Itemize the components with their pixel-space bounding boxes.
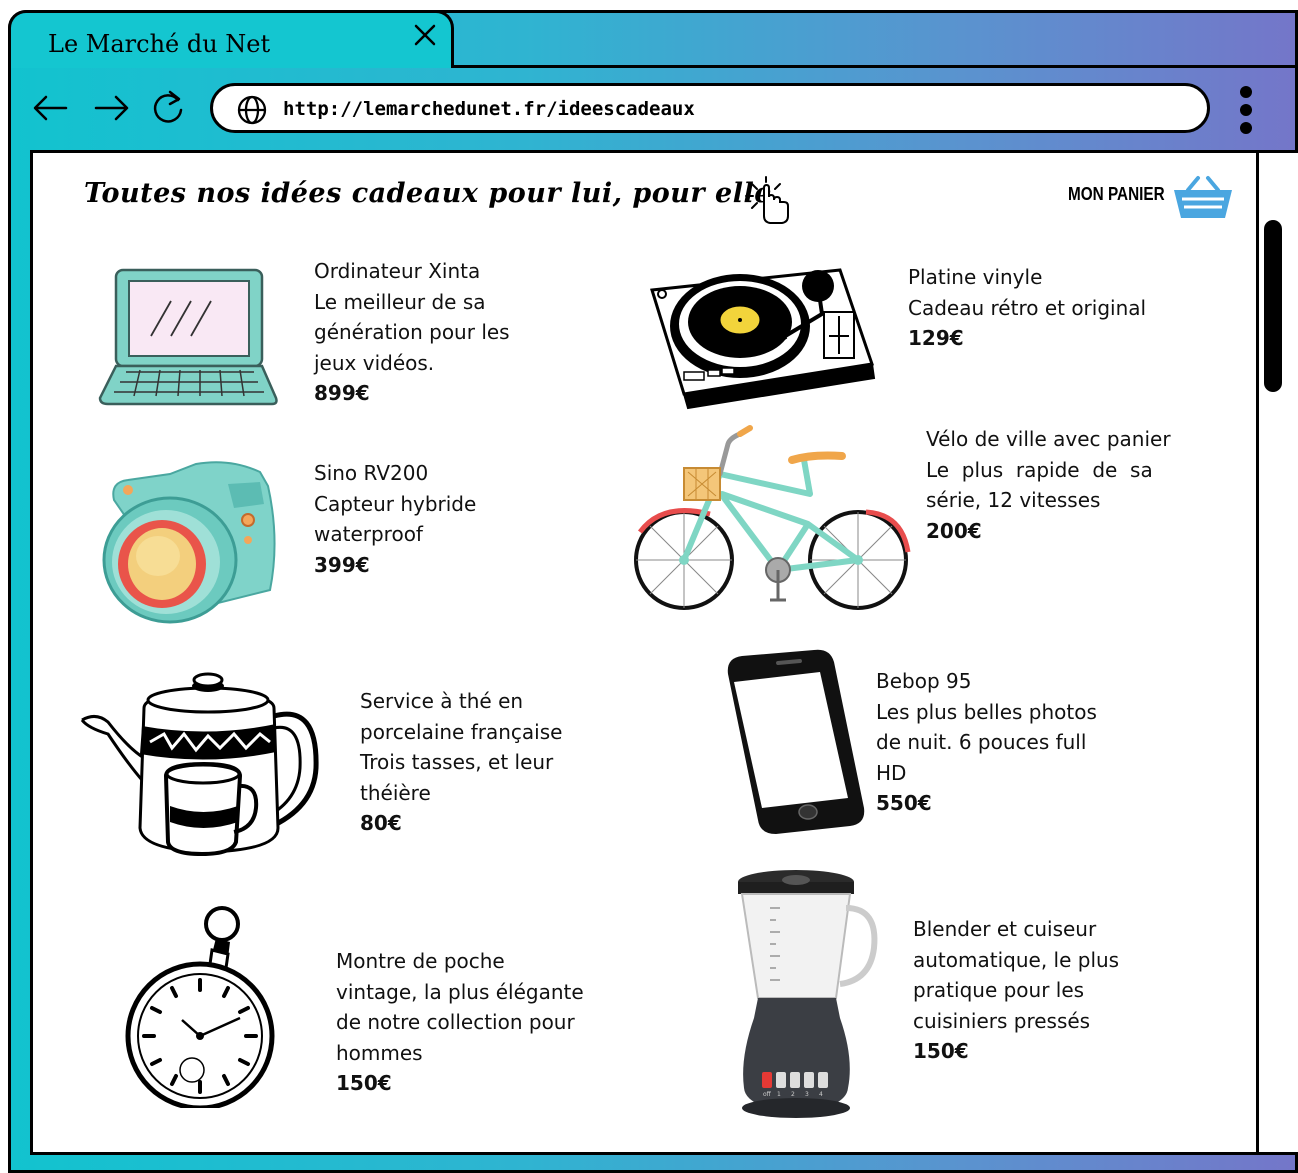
product-card[interactable]: Vélo de ville avec panier Le plus rapide… (926, 424, 1171, 546)
product-desc: Le meilleur de sa (314, 289, 486, 314)
product-desc: Cadeau rétro et original (908, 295, 1147, 320)
product-desc: jeux vidéos. (314, 350, 435, 375)
scrollbar-thumb[interactable] (1264, 220, 1282, 392)
product-desc: HD (876, 760, 907, 785)
dial-label: 2 (791, 1091, 795, 1098)
product-price: 129€ (908, 326, 964, 350)
product-name: Montre de poche (336, 949, 505, 973)
back-icon[interactable] (30, 88, 70, 128)
product-card[interactable]: Platine vinyle Cadeau rétro et original … (908, 262, 1146, 354)
product-name: Sino RV200 (314, 461, 429, 485)
address-url[interactable]: http://lemarchedunet.fr/ideescadeaux (283, 98, 695, 120)
product-desc: théière (360, 780, 431, 805)
product-price: 80€ (360, 811, 402, 835)
product-card[interactable]: Bebop 95 Les plus belles photos de nuit.… (876, 666, 1097, 819)
product-price: 150€ (913, 1039, 969, 1063)
product-desc: cuisiniers pressés (913, 1008, 1091, 1033)
product-card[interactable]: Sino RV200 Capteur hybride waterproof 39… (314, 458, 476, 580)
dial-label: 4 (819, 1091, 823, 1098)
product-price: 899€ (314, 381, 370, 405)
product-name: Service à thé en (360, 689, 524, 713)
product-desc: de notre collection pour (336, 1010, 575, 1034)
product-desc: vintage, la plus élégante (336, 979, 584, 1004)
product-price: 200€ (926, 518, 982, 543)
cart-link[interactable]: MON PANIER (1068, 184, 1165, 205)
forward-icon[interactable] (92, 88, 132, 128)
product-price: 550€ (876, 791, 932, 815)
camera-icon (102, 461, 276, 624)
product-price: 150€ (336, 1071, 392, 1095)
product-desc: Trois tasses, et leur (360, 750, 554, 774)
product-card[interactable]: Ordinateur Xinta Le meilleur de sa génér… (314, 256, 510, 409)
laptop-icon (98, 268, 278, 406)
product-price: 399€ (314, 552, 370, 577)
product-desc: Le plus rapide de sa (926, 457, 1153, 482)
product-desc: porcelaine française (360, 719, 563, 744)
bicycle-icon (634, 425, 911, 610)
product-card[interactable]: Montre de poche vintage, la plus élégant… (336, 946, 584, 1099)
reload-icon[interactable] (148, 88, 188, 128)
product-desc: génération pour les (314, 320, 510, 344)
product-card[interactable]: Blender et cuiseur automatique, le plus … (913, 914, 1119, 1067)
pointer-click-icon (745, 176, 789, 224)
product-desc: hommes (336, 1040, 423, 1065)
blender-icon: off 1 2 3 4 (738, 870, 878, 1118)
product-card[interactable]: Service à thé en porcelaine française Tr… (360, 686, 562, 839)
tab-divider (454, 65, 1298, 68)
product-desc: de nuit. 6 pouces full (876, 730, 1087, 754)
product-desc: pratique pour les (913, 978, 1085, 1002)
dial-label: off (763, 1091, 772, 1098)
page-title: Toutes nos idées cadeaux pour lui, pour … (84, 178, 772, 209)
close-icon[interactable] (412, 22, 438, 48)
product-desc: automatique, le plus (913, 947, 1120, 972)
product-name: Bebop 95 (876, 669, 972, 693)
product-name: Platine vinyle (908, 265, 1043, 289)
basket-icon[interactable] (1172, 174, 1234, 220)
browser-window: Le Marché du Net http://lemarchedunet.fr… (0, 0, 1298, 1173)
scrollbar-track (1256, 152, 1259, 1152)
product-desc: waterproof (314, 522, 423, 546)
product-desc: Capteur hybride (314, 491, 477, 516)
dial-label: 3 (805, 1091, 809, 1098)
smartphone-icon (727, 649, 865, 834)
product-name: Blender et cuiseur (913, 917, 1097, 941)
product-desc: Les plus belles photos (876, 699, 1097, 724)
pocket-watch-icon (125, 906, 275, 1108)
teapot-icon (80, 672, 319, 857)
product-name: Vélo de ville avec panier (926, 427, 1171, 451)
tab-title: Le Marché du Net (48, 30, 271, 58)
dial-label: 1 (777, 1091, 781, 1098)
product-name: Ordinateur Xinta (314, 259, 481, 283)
turntable-icon (650, 268, 876, 410)
globe-icon (237, 95, 267, 125)
product-desc: série, 12 vitesses (926, 488, 1101, 512)
